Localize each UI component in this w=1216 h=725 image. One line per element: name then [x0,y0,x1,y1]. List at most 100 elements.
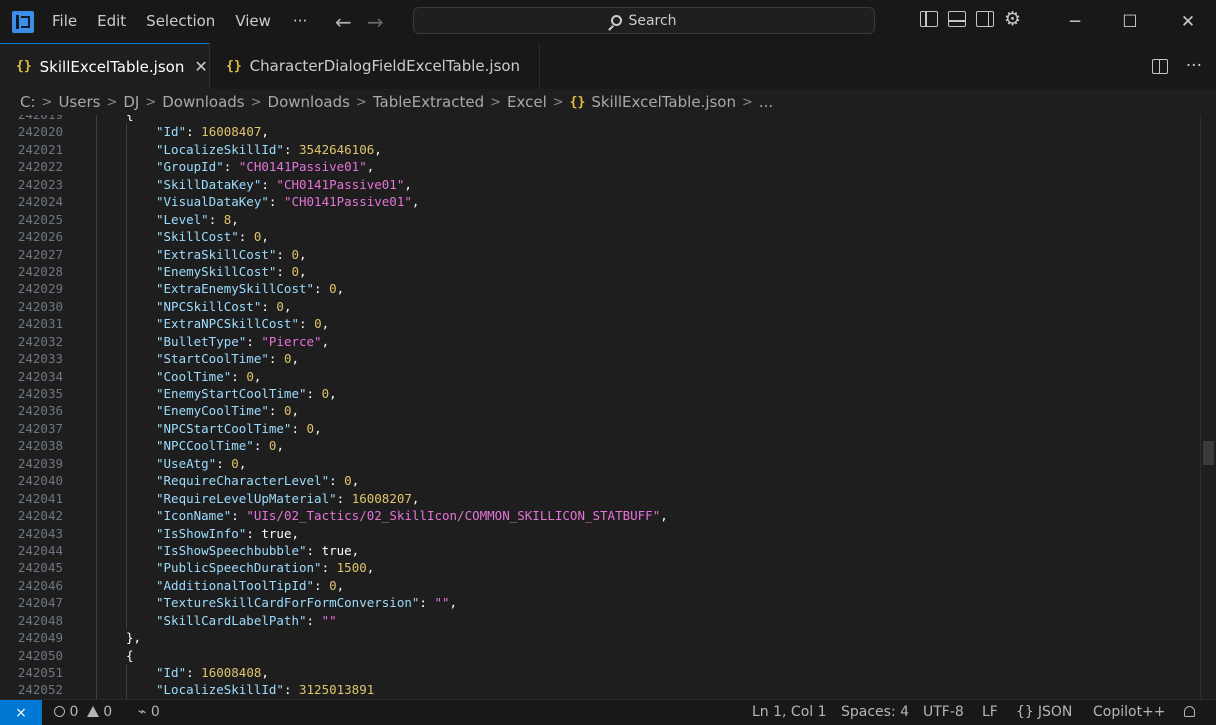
end-of-line[interactable]: LF [982,700,998,725]
code-line[interactable]: 242029 "ExtraEnemySkillCost": 0, [0,280,1200,298]
breadcrumb-item[interactable]: SkillExcelTable.json [591,93,736,111]
settings-gear-icon[interactable]: ⚙ [1004,10,1021,29]
copilot-status[interactable]: Copilot++ [1093,700,1166,725]
line-number: 242052 [17,682,63,698]
maximize-icon[interactable]: ☐ [1102,0,1158,43]
breadcrumb-item[interactable]: DJ [123,93,139,111]
code-line[interactable]: 242030 "NPCSkillCost": 0, [0,297,1200,316]
code-line[interactable]: 242026 "SkillCost": 0, [0,228,1200,246]
language-label: JSON [1037,704,1073,720]
code-line[interactable]: 242047 "TextureSkillCardForFormConversion… [0,594,1200,612]
notifications[interactable] [1184,700,1195,725]
breadcrumb-item[interactable]: ... [759,93,773,111]
code-line[interactable]: 242022 "GroupId": "CH0141Passive01", [0,158,1200,176]
menu-view[interactable]: View [225,0,281,43]
encoding[interactable]: UTF-8 [923,700,964,725]
indent-guide [96,193,97,211]
breadcrumb-item[interactable]: C: [20,93,36,111]
scrollbar-thumb[interactable] [1203,441,1214,465]
remote-icon[interactable]: ⨯ [0,700,42,725]
indent-guide [96,332,97,351]
code-line[interactable]: 242046 "AdditionalToolTipId": 0, [0,576,1200,595]
breadcrumb-item[interactable]: Downloads [268,93,350,111]
vertical-scrollbar[interactable] [1200,115,1216,699]
code-line[interactable]: 242019 { [0,115,1200,124]
code-token: 0 [306,420,315,436]
menu-edit[interactable]: Edit [87,0,136,43]
breadcrumb-item[interactable]: Excel [507,93,547,111]
code-token: : [419,595,435,611]
split-editor-icon[interactable] [1151,58,1168,74]
cursor-position[interactable]: Ln 1, Col 1 [752,700,827,725]
code-line[interactable]: 242035 "EnemyStartCoolTime": 0, [0,385,1200,403]
code-line[interactable]: 242044 "IsShowSpeechbubble": true, [0,541,1200,560]
indent-guide [96,262,97,281]
code-line[interactable]: 242039 "UseAtg": 0, [0,454,1200,473]
code-line[interactable]: 242049}, [0,629,1200,647]
indent-guide [96,646,97,664]
code-line[interactable]: 242028 "EnemySkillCost": 0, [0,262,1200,281]
toggle-primary-sidebar-icon[interactable] [920,11,938,27]
code-line[interactable]: 242051 "Id": 16008408, [0,664,1200,682]
code-line[interactable]: 242052 "LocalizeSkillId": 3125013891 [0,681,1200,699]
more-actions-icon[interactable]: ··· [1186,56,1202,76]
code-text: "RequireCharacterLevel": 0, [156,472,359,489]
command-center-search[interactable]: Search [413,7,875,34]
code-token: "EnemySkillCost" [156,263,277,279]
indent-guide [126,402,127,420]
code-line[interactable]: 242037 "NPCStartCoolTime": 0, [0,419,1200,438]
code-line[interactable]: 242042 "IconName": "UIs/02_Tactics/02_Ski… [0,507,1200,525]
code-text: "TextureSkillCardForFormConversion": "", [156,594,457,611]
language-mode[interactable]: {} JSON [1016,700,1072,725]
close-icon[interactable]: ✕ [1160,0,1216,43]
code-line[interactable]: 242050 { [0,646,1200,664]
line-number: 242048 [17,612,63,628]
code-token: , [314,420,322,436]
code-line[interactable]: 242031 "ExtraNPCSkillCost": 0, [0,315,1200,333]
code-token: "IsShowInfo" [156,525,247,541]
menu-more[interactable]: ··· [281,0,319,43]
problems-status[interactable]: 0 0 [54,700,112,725]
code-line[interactable]: 242033 "StartCoolTime": 0, [0,350,1200,368]
code-token: "SkillCardLabelPath" [156,612,307,628]
tab-skillexceltable[interactable]: {} SkillExcelTable.json ✕ [0,43,210,89]
breadcrumb-item[interactable]: Users [58,93,100,111]
toggle-secondary-sidebar-icon[interactable] [976,11,994,27]
code-line[interactable]: 242041 "RequireLevelUpMaterial": 16008207… [0,489,1200,508]
indentation[interactable]: Spaces: 4 [841,700,909,725]
code-line[interactable]: 242023 "SkillDataKey": "CH0141Passive01", [0,175,1200,194]
indent-guide [126,437,127,455]
code-line[interactable]: 242032 "BulletType": "Pierce", [0,332,1200,351]
code-token: : [208,211,224,227]
code-line[interactable]: 242036 "EnemyCoolTime": 0, [0,402,1200,420]
close-tab-icon[interactable]: ✕ [194,57,207,76]
breadcrumb-item[interactable]: Downloads [162,93,244,111]
breadcrumb-item[interactable]: TableExtracted [373,93,484,111]
forward-arrow-icon[interactable]: → [359,10,391,34]
search-label: Search [628,12,677,29]
back-arrow-icon[interactable]: ← [327,10,359,34]
code-editor[interactable]: 242019 {242020 "Id": 16008407, 242021 "Local… [0,115,1200,699]
code-text: "SkillDataKey": "CH0141Passive01", [156,176,412,193]
code-line[interactable]: 242034 "CoolTime": 0, [0,367,1200,385]
code-token: , [291,351,300,367]
code-line[interactable]: 242048 "SkillCardLabelPath": "" [0,611,1200,630]
menu-selection[interactable]: Selection [136,0,225,43]
code-line[interactable]: 242021 "LocalizeSkillId": 3542646106, [0,140,1200,159]
code-line[interactable]: 242020 "Id": 16008407, [0,123,1200,141]
toggle-panel-icon[interactable] [948,11,966,27]
code-line[interactable]: 242027 "ExtraSkillCost": 0, [0,245,1200,263]
code-text: "Id": 16008407, [156,123,269,140]
indent-guide [96,629,97,647]
code-line[interactable]: 242045 "PublicSpeechDuration": 1500, [0,559,1200,577]
tab-characterdialogfieldexceltable[interactable]: {} CharacterDialogFieldExcelTable.json [210,43,540,89]
code-line[interactable]: 242025 "Level": 8, [0,210,1200,229]
code-line[interactable]: 242038 "NPCCoolTime": 0, [0,437,1200,455]
indent-guide [96,664,97,682]
code-line[interactable]: 242040 "RequireCharacterLevel": 0, [0,472,1200,490]
code-line[interactable]: 242024 "VisualDataKey": "CH0141Passive01"… [0,193,1200,211]
ports-status[interactable]: ⌁ 0 [138,700,160,725]
code-line[interactable]: 242043 "IsShowInfo": true, [0,524,1200,542]
minimize-icon[interactable]: ─ [1047,0,1103,43]
menu-file[interactable]: File [42,0,87,43]
